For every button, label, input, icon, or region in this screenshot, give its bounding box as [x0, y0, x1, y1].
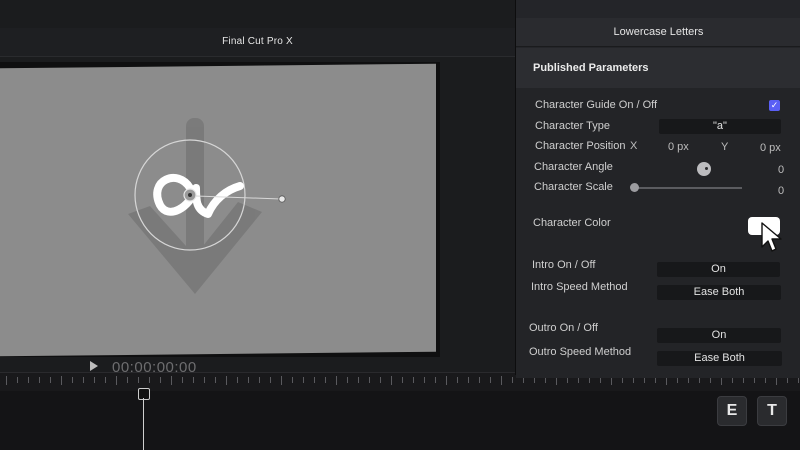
- section-title: Published Parameters: [533, 62, 649, 74]
- ruler-tick: [50, 377, 51, 383]
- ruler-tick: [413, 377, 414, 383]
- ruler-tick: [17, 377, 18, 383]
- ruler-tick: [138, 377, 139, 383]
- scale-slider-track[interactable]: [634, 187, 742, 189]
- ruler-tick: [391, 376, 392, 385]
- character-guide-label: Character Guide On / Off: [535, 99, 658, 111]
- ruler-tick: [182, 377, 183, 383]
- intro-label: Intro On / Off: [532, 259, 596, 271]
- scale-slider-knob[interactable]: [630, 183, 639, 192]
- character-angle-label: Character Angle: [534, 161, 613, 173]
- character-type-label: Character Type: [535, 120, 611, 132]
- scale-value[interactable]: 0: [778, 185, 784, 197]
- ruler-tick: [490, 377, 491, 383]
- ruler-tick: [347, 377, 348, 383]
- ruler-tick: [83, 377, 84, 383]
- app-window: Final Cut Pro X 00:00:00:00 E T Lowercas…: [0, 0, 800, 450]
- ruler-tick: [303, 377, 304, 383]
- ruler-tick: [127, 377, 128, 383]
- rotation-handle: [278, 195, 286, 203]
- ruler-tick: [435, 377, 436, 383]
- ruler-tick: [325, 377, 326, 383]
- onscreen-controls[interactable]: [0, 0, 515, 375]
- ruler-tick: [501, 376, 502, 385]
- playhead[interactable]: [143, 398, 144, 450]
- position-x-label: X: [630, 140, 638, 152]
- parameters-list: Character Guide On / Off ✓ Character Typ…: [516, 88, 800, 378]
- ruler-tick: [72, 377, 73, 383]
- outro-popup[interactable]: On: [657, 328, 781, 343]
- playhead-handle[interactable]: [138, 388, 150, 400]
- character-color-label: Character Color: [533, 217, 611, 229]
- position-y-label: Y: [721, 141, 729, 153]
- key-button-t[interactable]: T: [757, 396, 787, 426]
- ruler-tick: [402, 377, 403, 383]
- ruler-tick: [446, 376, 447, 385]
- inspector-title-bar: Lowercase Letters: [516, 18, 800, 47]
- ruler-tick: [424, 377, 425, 383]
- ruler-tick: [94, 377, 95, 383]
- position-x-value[interactable]: 0 px: [668, 141, 689, 153]
- rotation-line: [195, 195, 282, 200]
- key-button-e[interactable]: E: [717, 396, 747, 426]
- intro-popup[interactable]: On: [657, 262, 780, 277]
- ruler-tick: [358, 377, 359, 383]
- ruler-tick: [226, 376, 227, 385]
- ruler-tick: [369, 377, 370, 383]
- character-position-label: Character Position: [535, 140, 626, 152]
- outro-speed-popup[interactable]: Ease Both: [657, 351, 782, 366]
- ruler-tick: [149, 377, 150, 383]
- inspector-panel: Lowercase Letters Published Parameters C…: [515, 0, 800, 378]
- ruler-tick: [292, 377, 293, 383]
- ruler-tick: [28, 377, 29, 383]
- ruler-tick: [39, 377, 40, 383]
- ruler-tick: [171, 376, 172, 385]
- ruler-tick: [204, 377, 205, 383]
- ruler-tick: [61, 376, 62, 385]
- ruler-tick: [457, 377, 458, 383]
- ruler-tick: [270, 377, 271, 383]
- position-y-value[interactable]: 0 px: [760, 142, 781, 154]
- ruler-tick: [281, 376, 282, 385]
- intro-speed-label: Intro Speed Method: [531, 281, 628, 293]
- ruler-tick: [193, 377, 194, 383]
- intro-speed-popup[interactable]: Ease Both: [657, 285, 781, 300]
- ruler-tick: [160, 377, 161, 383]
- angle-value[interactable]: 0: [778, 164, 784, 176]
- ruler-tick: [259, 377, 260, 383]
- angle-dial[interactable]: [697, 162, 711, 176]
- ruler-tick: [6, 376, 7, 385]
- viewer-panel: Final Cut Pro X 00:00:00:00: [0, 0, 515, 376]
- ruler-tick: [479, 377, 480, 383]
- ruler-tick: [336, 376, 337, 385]
- ruler-tick: [314, 377, 315, 383]
- mouse-pointer-icon: [761, 222, 782, 252]
- outro-label: Outro On / Off: [529, 322, 598, 334]
- outro-speed-label: Outro Speed Method: [529, 346, 632, 358]
- ruler-tick: [215, 377, 216, 383]
- ruler-tick: [512, 377, 513, 383]
- ruler-tick: [468, 377, 469, 383]
- character-type-field[interactable]: "a": [659, 119, 781, 134]
- character-guide-checkbox[interactable]: ✓: [769, 100, 780, 111]
- ruler-tick: [105, 377, 106, 383]
- ruler-tick: [248, 377, 249, 383]
- character-scale-label: Character Scale: [534, 181, 613, 193]
- play-icon[interactable]: [90, 361, 98, 371]
- ruler-tick: [237, 377, 238, 383]
- ruler-tick: [380, 377, 381, 383]
- published-parameters-header[interactable]: Published Parameters: [516, 48, 800, 89]
- ruler-tick: [116, 376, 117, 385]
- inspector-title: Lowercase Letters: [613, 26, 704, 38]
